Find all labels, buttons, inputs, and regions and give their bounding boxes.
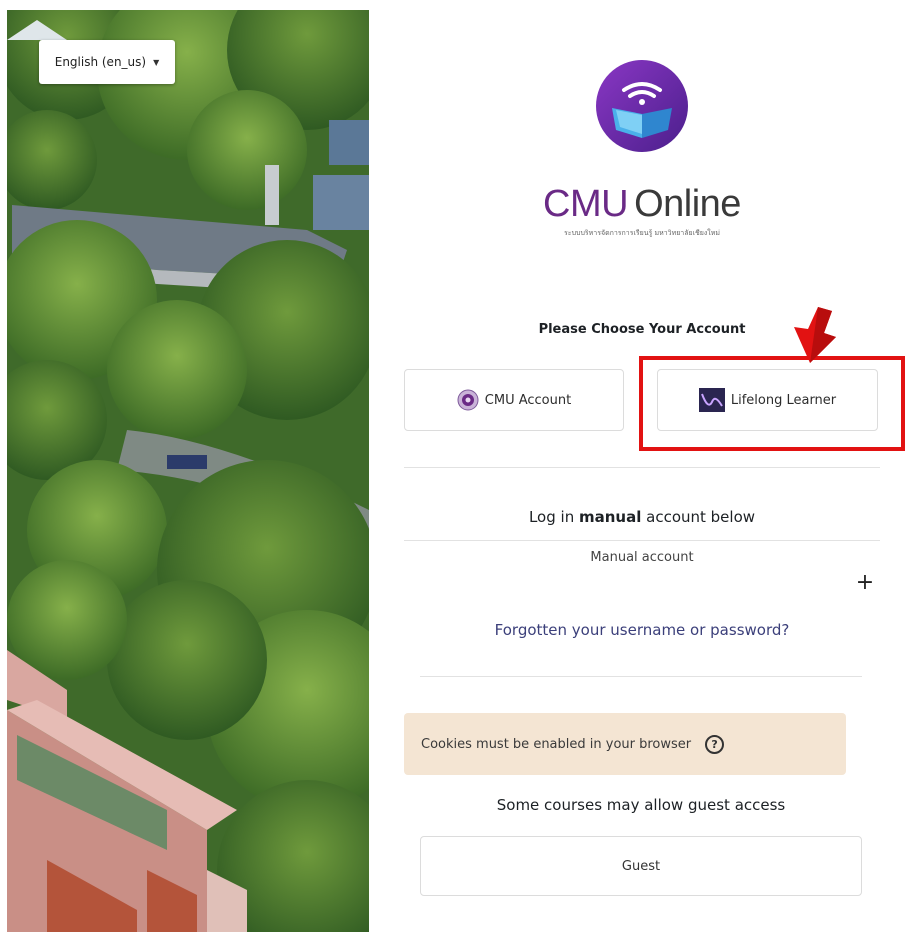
brand-name: CMU Online	[532, 183, 752, 226]
help-icon[interactable]: ?	[705, 734, 725, 754]
cmu-account-button[interactable]: CMU Account	[404, 369, 624, 431]
forgot-divider	[420, 676, 862, 677]
book-wifi-icon	[596, 60, 688, 152]
section-divider	[404, 467, 880, 468]
chevron-down-icon: ▼	[153, 57, 160, 67]
cmu-account-label: CMU Account	[484, 392, 572, 408]
red-arrow-icon	[794, 307, 836, 363]
site-logo: CMU Online ระบบบริหารจัดการการเรียนรู้ มห…	[532, 58, 752, 258]
manual-login-prefix: Log in	[528, 508, 579, 526]
guest-button-label: Guest	[621, 858, 661, 874]
guest-access-note: Some courses may allow guest access	[496, 796, 786, 814]
lifelong-learner-button[interactable]: Lifelong Learner	[657, 369, 878, 431]
campus-photo: English (en_us) ▼	[7, 10, 369, 932]
manual-login-suffix: account below	[641, 508, 756, 526]
cmu-seal-icon	[457, 389, 479, 411]
language-selector[interactable]: English (en_us) ▼	[39, 40, 175, 84]
campus-photo-illustration	[7, 10, 369, 932]
brand-name-part2: Online	[634, 183, 741, 225]
language-selector-value: English (en_us)	[54, 55, 147, 69]
brand-name-part1: CMU	[543, 183, 629, 225]
lifelong-learner-label: Lifelong Learner	[730, 392, 837, 408]
guest-button[interactable]: Guest	[420, 836, 862, 896]
lifelong-learner-icon	[698, 388, 725, 412]
forgot-password-link[interactable]: Forgotten your username or password?	[404, 621, 880, 639]
manual-login-heading: Log in manual account below	[404, 508, 880, 526]
cookie-notice-text: Cookies must be enabled in your browser	[421, 736, 692, 752]
manual-login-emphasis: manual	[578, 508, 642, 526]
manual-account-label: Manual account	[590, 550, 694, 565]
expand-plus-icon[interactable]: +	[850, 568, 880, 598]
cookie-notice: Cookies must be enabled in your browser …	[404, 713, 846, 775]
manual-divider	[404, 540, 880, 541]
brand-subtitle: ระบบบริหารจัดการการเรียนรู้ มหาวิทยาลัยเ…	[564, 229, 720, 237]
